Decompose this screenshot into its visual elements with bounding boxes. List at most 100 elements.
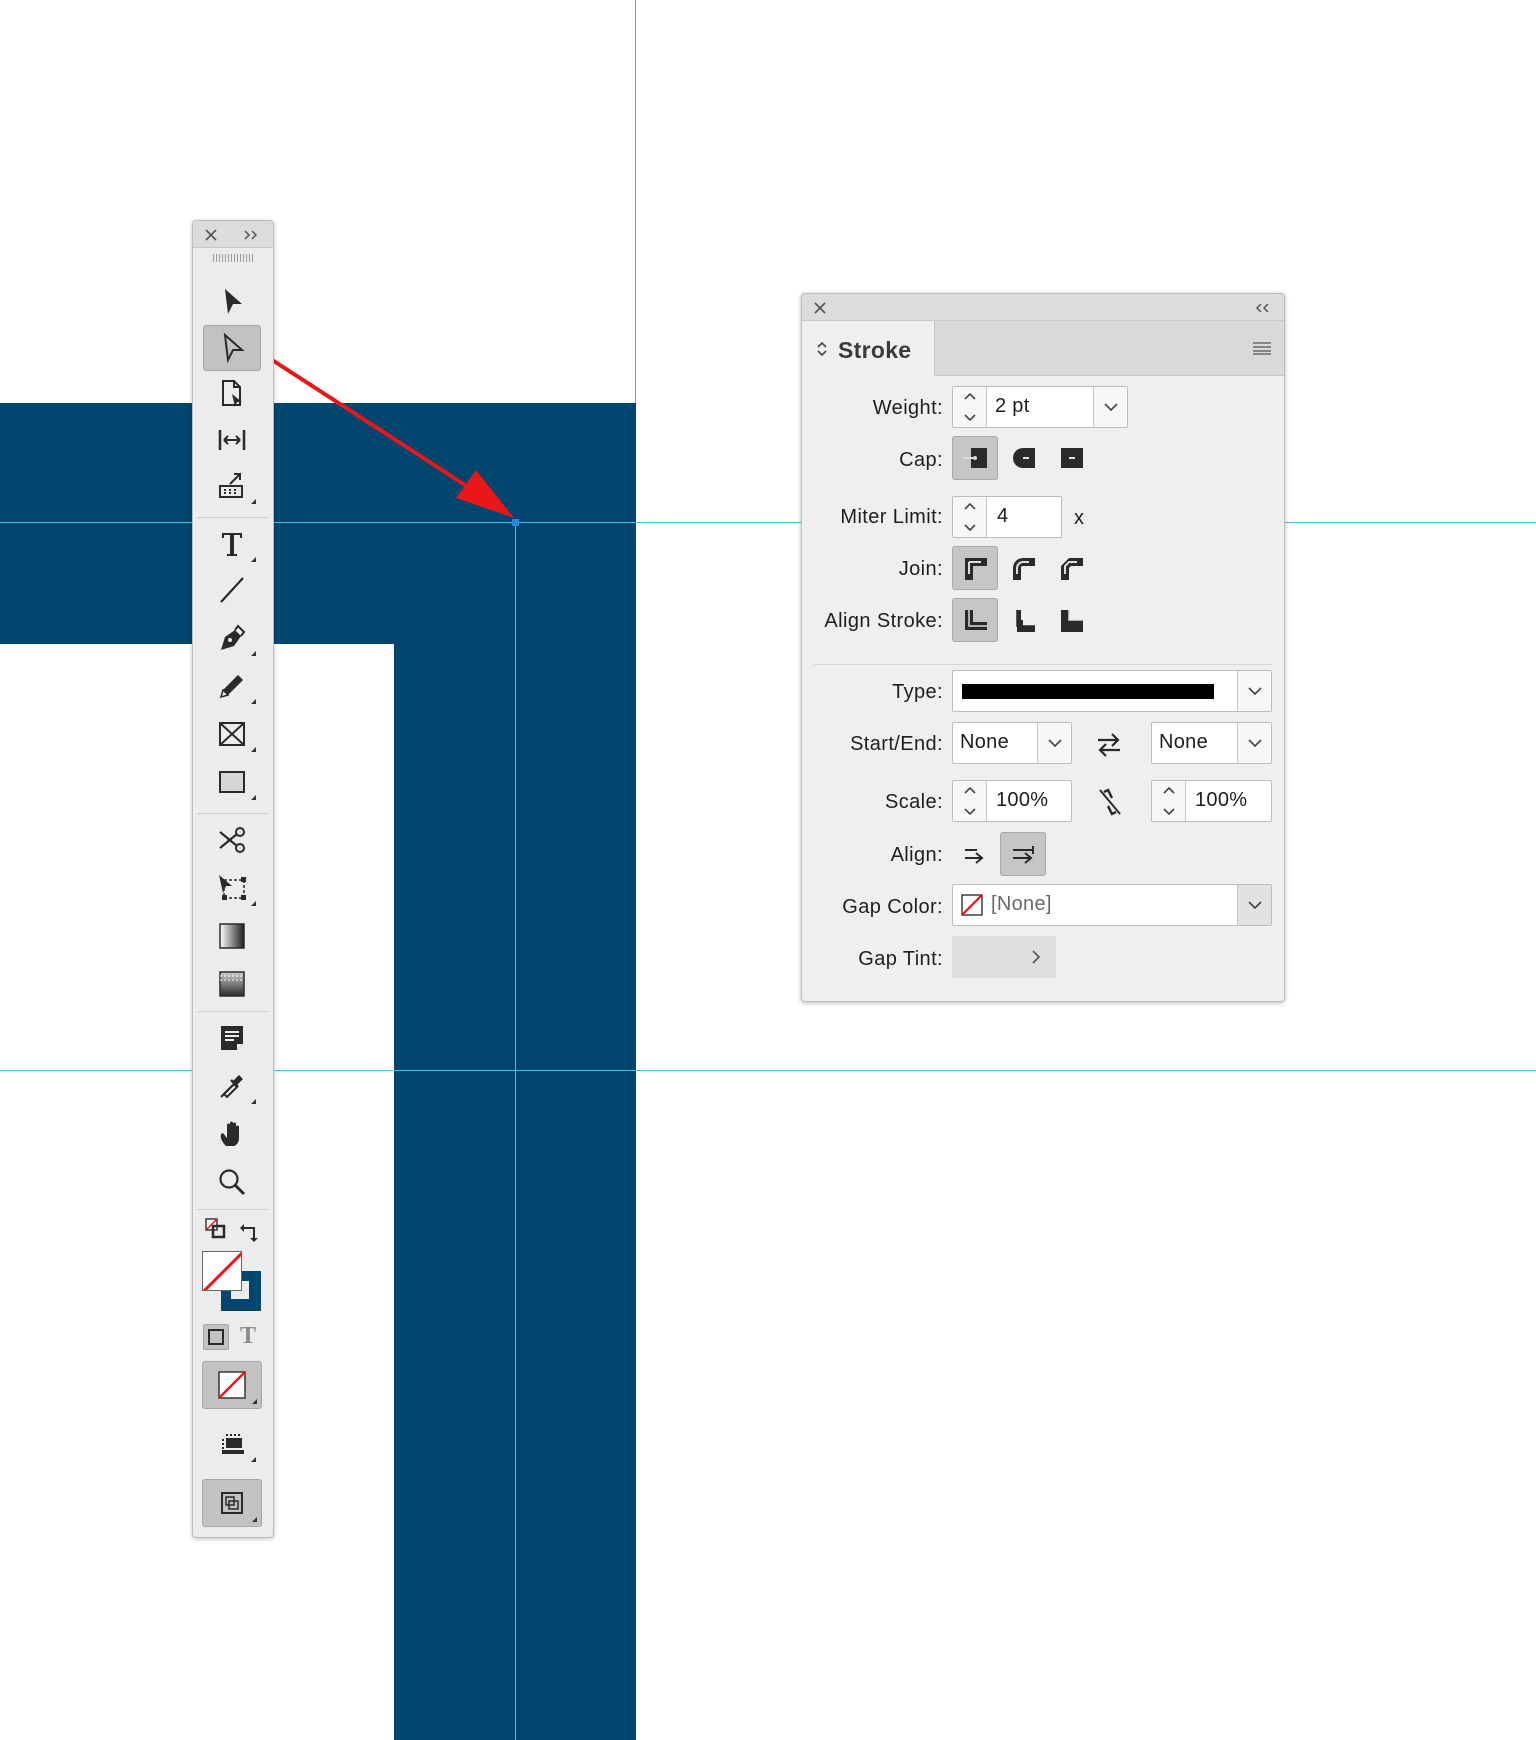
gradient-feather-tool-icon [219,971,245,997]
zoom-tool-icon [219,1169,246,1196]
chevron-up-icon [964,392,976,400]
gap-tint-field[interactable] [952,936,1056,978]
gradient-feather-tool[interactable] [203,961,261,1007]
free-transform-tool[interactable] [203,865,261,911]
place-tip-icon [1013,846,1034,864]
formatting-affects-container[interactable] [203,1324,229,1350]
end-value: None [1159,731,1209,753]
start-dropdown-arrow[interactable] [1037,723,1071,763]
page-tool[interactable] [203,371,261,417]
panel-menu-icon[interactable] [1252,341,1272,355]
scale-end-value: 100% [1195,789,1248,811]
direct-selection-tool[interactable] [203,325,261,371]
stroke-panel-tabbar: Stroke [802,321,1284,376]
screen-mode-button[interactable] [202,1479,262,1527]
butt-cap-button[interactable] [952,436,998,480]
bevel-join-icon [1061,558,1083,580]
pen-tool[interactable] [203,615,261,661]
miter-join-button[interactable] [952,546,998,590]
content-collector-tool-icon [219,473,243,498]
miter-limit-stepper[interactable] [953,497,987,537]
fill-swatch[interactable] [202,1251,242,1291]
chevron-down-icon [1163,808,1175,816]
align-stroke-center-button[interactable] [952,598,998,642]
round-join-button[interactable] [1000,546,1046,590]
rectangle-frame-tool[interactable] [203,711,261,757]
formatting-affects-text[interactable]: T [240,1323,256,1350]
gap-tint-label: Gap Tint: [858,948,943,970]
chevron-down-icon [1248,739,1262,748]
stroke-panel[interactable]: Stroke Weight: 2 pt Cap: Miter Limit: 4 … [801,293,1285,1002]
place-tip-button[interactable] [1000,832,1046,876]
swap-fill-stroke-icon[interactable] [239,1221,261,1243]
align-stroke-inside-button[interactable] [1000,598,1046,642]
apply-none-icon [218,1371,246,1399]
zoom-tool[interactable] [203,1159,261,1205]
pencil-tool[interactable] [203,663,261,709]
weight-field[interactable]: 2 pt [952,386,1128,428]
page-tool-icon [222,380,242,407]
extend-tip-button[interactable] [952,832,998,876]
unlink-icon[interactable] [1096,786,1124,818]
round-cap-button[interactable] [1000,436,1046,480]
eyedropper-tool[interactable] [203,1063,261,1109]
rectangle-tool[interactable] [203,759,261,805]
expand-panel-icon[interactable] [243,229,259,241]
start-dropdown[interactable]: None [952,722,1072,764]
align-stroke-outside-button[interactable] [1048,598,1094,642]
chevron-down-icon [1048,739,1062,748]
tab-stroke[interactable]: Stroke [802,321,935,376]
miter-limit-value: 4 [997,505,1009,527]
extend-tip-icon [965,849,984,864]
projecting-cap-button[interactable] [1048,436,1094,480]
direct-selection-tool-icon [223,332,245,364]
scale-start-stepper[interactable] [953,781,987,821]
end-dropdown[interactable]: None [1151,722,1272,764]
stroke-panel-header[interactable] [802,294,1284,321]
selection-tool[interactable] [203,279,261,325]
gap-tool[interactable] [203,417,261,463]
tools-panel[interactable]: T [192,220,274,1538]
join-label: Join: [898,558,943,580]
collapse-panel-icon[interactable] [1254,302,1270,314]
weight-stepper[interactable] [953,387,987,427]
close-icon[interactable] [205,229,217,241]
hand-tool[interactable] [203,1111,261,1157]
close-icon[interactable] [814,302,826,314]
line-tool[interactable] [203,567,261,613]
type-dropdown[interactable] [952,670,1272,712]
scissors-tool[interactable] [203,817,261,863]
drag-grip[interactable] [213,254,253,262]
toolbar-separator [197,1209,269,1210]
align-stroke-label: Align Stroke: [824,610,943,632]
start-end-label: Start/End: [850,733,943,755]
type-dropdown-arrow[interactable] [1237,671,1271,711]
gradient-swatch-tool-icon [219,923,245,949]
content-collector-tool[interactable] [203,463,261,509]
chevron-down-icon [964,524,976,532]
tools-panel-header[interactable] [193,221,273,248]
swap-start-end-icon[interactable] [1094,730,1124,760]
gap-color-dropdown-arrow[interactable] [1237,885,1271,925]
note-tool[interactable] [203,1015,261,1061]
gradient-swatch-tool[interactable] [203,913,261,959]
chevron-up-icon [1163,786,1175,794]
type-tool[interactable] [203,521,261,567]
gap-tool-icon [218,430,246,450]
view-mode-icon [222,1434,244,1454]
chevron-down-icon [1248,687,1262,696]
default-fill-stroke-icon[interactable] [204,1217,226,1239]
end-dropdown-arrow[interactable] [1237,723,1271,763]
container-icon [208,1329,224,1345]
apply-none-button[interactable] [202,1361,262,1409]
bevel-join-button[interactable] [1048,546,1094,590]
view-mode-button[interactable] [203,1421,261,1467]
miter-limit-field[interactable]: 4 [952,496,1062,538]
weight-dropdown[interactable] [1093,387,1127,427]
scale-start-field[interactable]: 100% [952,780,1072,822]
chevron-right-icon[interactable] [1030,948,1042,966]
gap-color-dropdown[interactable]: [None] [952,884,1272,926]
scale-end-field[interactable]: 100% [1151,780,1272,822]
scale-end-stepper[interactable] [1152,781,1186,821]
none-swatch-icon [203,1252,241,1290]
